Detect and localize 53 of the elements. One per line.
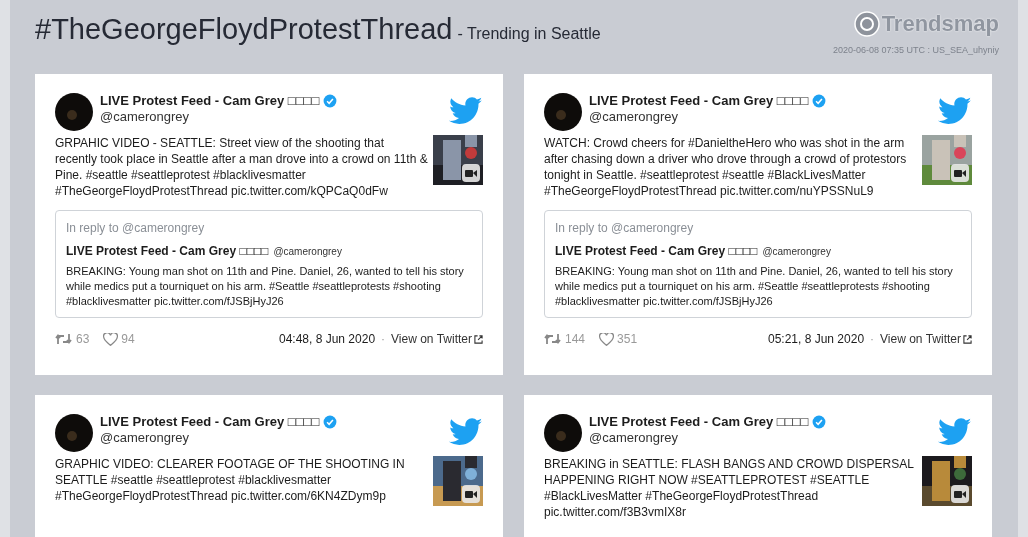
separator-dot: · — [870, 331, 875, 348]
author-name: LIVE Protest Feed - Cam Grey □□□□ — [100, 93, 320, 109]
separator-dot: · — [381, 331, 386, 348]
author-name: LIVE Protest Feed - Cam Grey □□□□ — [589, 414, 809, 430]
view-on-twitter-link[interactable]: View on Twitter — [880, 330, 972, 348]
avatar — [55, 414, 93, 452]
video-camera-icon — [462, 164, 480, 182]
quoted-author-name: LIVE Protest Feed - Cam Grey □□□□ — [66, 243, 269, 260]
bird-icon — [449, 418, 483, 446]
timestamp: 2020-06-08 07:35 UTC : US_SEA_uhyniy — [832, 44, 999, 57]
page-subtitle: - Trending in Seattle — [457, 24, 601, 44]
author-name: LIVE Protest Feed - Cam Grey □□□□ — [100, 414, 320, 430]
page-title: #TheGeorgeFloydProtestThread — [35, 12, 453, 47]
author-handle: @camerongrey — [100, 430, 191, 446]
retweet-count: 144 — [565, 331, 586, 348]
heart-icon[interactable] — [599, 332, 615, 346]
logo-icon — [853, 10, 880, 37]
retweet-count: 63 — [76, 331, 90, 348]
tweet-text: GRPAHIC VIDEO - SEATTLE: Street view of the shooting that recently took place in Seattle after a man drove into a crowd on 11th & Pine. #seattle #seattleprotest #blacklivesmatter #TheGeorgeFloydProtestThread pic.twitter.com/kQPCaQ0dFw — [55, 135, 429, 199]
reply-label: In reply to @camerongrey — [66, 221, 206, 235]
heart-icon[interactable] — [103, 332, 119, 346]
bird-icon — [938, 418, 972, 446]
tweet-text: WATCH: Crowd cheers for #DanieltheHero who was shot in the arm after chasing down a driver who drove through a crowd of protestors tonight in Seattle. #seattleprotest #seattle #BlackLivesMatter #TheGeorgeFloydProtestThread pic.twitter.com/nuYPSSNuL9 — [544, 135, 908, 199]
avatar — [544, 93, 582, 131]
retweet-icon[interactable] — [55, 333, 72, 345]
author-handle: @camerongrey — [589, 430, 680, 446]
tweet-time: 04:48, 8 Jun 2020 — [278, 331, 376, 348]
bird-icon — [449, 97, 483, 125]
avatar — [544, 414, 582, 452]
reply-label: In reply to @camerongrey — [555, 221, 695, 235]
quoted-text: BREAKING: Young man shot on 11th and Pine. Daniel, 26, wanted to tell his story while medics put a tourniquet on his arm. #Seattle #seattleprotests #shooting #blacklivesmatter pic.twitter.com/fJSBjHyJ26 — [555, 264, 954, 309]
external-link-icon — [963, 334, 972, 344]
retweet-icon[interactable] — [544, 333, 561, 345]
author-handle: @camerongrey — [100, 109, 191, 125]
avatar — [55, 93, 93, 131]
like-count: 94 — [121, 331, 135, 348]
tweet-text: GRAPHIC VIDEO: CLEARER FOOTAGE OF THE SHOOTING IN SEATTLE #seattle #seattleprotest #blacklivesmatter #TheGeorgeFloydProtestThread pic.twitter.com/6KN4ZDym9p — [55, 456, 406, 504]
tweet-time: 05:21, 8 Jun 2020 — [767, 331, 865, 348]
quoted-author-handle: @camerongrey — [762, 245, 831, 259]
like-count: 351 — [617, 331, 638, 348]
tweet-text: BREAKING in SEATTLE: FLASH BANGS AND CROWD DISPERSAL HAPPENING RIGHT NOW #SEATTLEPROTEST #SEATTLE #BlackLivesMatter #TheGeorgeFloydProtestThread pic.twitter.com/f3B3vmIX8r — [544, 456, 915, 520]
author-name: LIVE Protest Feed - Cam Grey □□□□ — [589, 93, 809, 109]
view-on-twitter-link[interactable]: View on Twitter — [391, 330, 483, 348]
logo-text: Trendsmap — [881, 10, 999, 38]
quoted-author-handle: @camerongrey — [273, 245, 342, 259]
video-camera-icon — [462, 485, 480, 503]
quoted-author-name: LIVE Protest Feed - Cam Grey □□□□ — [555, 243, 758, 260]
bird-icon — [938, 97, 972, 125]
video-camera-icon — [951, 164, 969, 182]
external-link-icon — [474, 334, 483, 344]
video-camera-icon — [951, 485, 969, 503]
quoted-text: BREAKING: Young man shot on 11th and Pine. Daniel, 26, wanted to tell his story while medics put a tourniquet on his arm. #Seattle #seattleprotests #shooting #blacklivesmatter pic.twitter.com/fJSBjHyJ26 — [66, 264, 465, 309]
author-handle: @camerongrey — [589, 109, 680, 125]
